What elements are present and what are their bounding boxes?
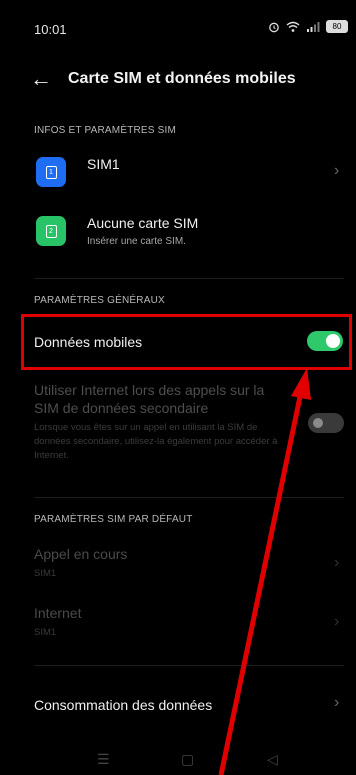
annotation-arrow-icon bbox=[218, 368, 311, 775]
